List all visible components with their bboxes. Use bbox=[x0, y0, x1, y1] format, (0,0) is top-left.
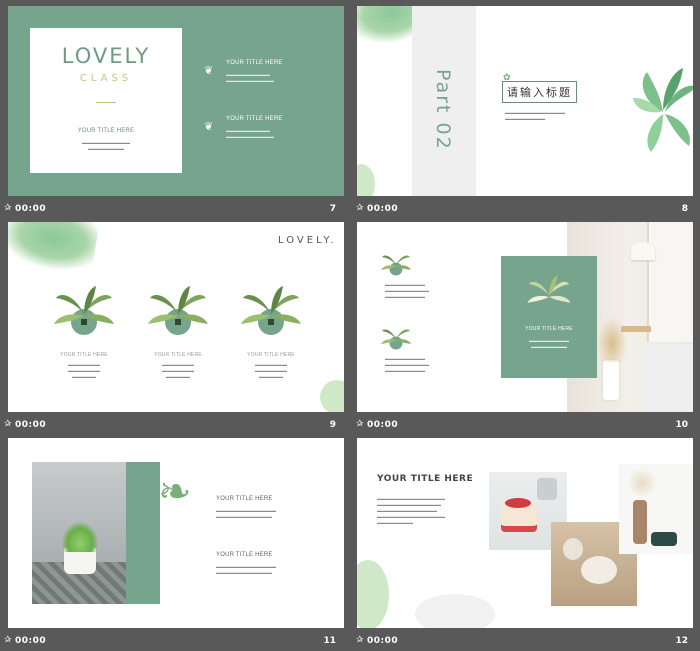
brand-label: LOVELY. bbox=[278, 235, 337, 246]
lamp bbox=[631, 242, 655, 260]
plant-item-3: YOUR TITLE HERE ▬▬▬▬▬▬▬▬ ▬▬▬▬▬▬▬▬ ▬▬▬▬▬▬ bbox=[241, 284, 301, 379]
plant-icon bbox=[381, 250, 411, 278]
slide-7[interactable]: LOVELY CLASS YOUR TITLE HERE ▬▬▬▬▬▬▬▬▬▬▬… bbox=[8, 6, 344, 196]
heading-text: ▬▬▬▬▬▬▬▬▬▬▬▬▬▬▬▬▬ ▬▬▬▬▬▬▬▬▬▬▬▬▬▬▬▬ ▬▬▬▬▬▬▬… bbox=[377, 496, 445, 525]
plant-item-2: YOUR TITLE HERE ▬▬▬▬▬▬▬▬ ▬▬▬▬▬▬▬▬ ▬▬▬▬▬▬ bbox=[148, 284, 208, 379]
item-heading: YOUR TITLE HERE bbox=[216, 552, 273, 558]
title-line-2: CLASS bbox=[79, 73, 133, 84]
slide-time: 00:00 bbox=[367, 204, 399, 214]
title-card: LOVELY CLASS YOUR TITLE HERE ▬▬▬▬▬▬▬▬▬▬▬… bbox=[30, 28, 182, 173]
item-1: YOUR TITLE HERE ▬▬▬▬▬▬▬▬▬▬▬▬▬▬▬ ▬▬▬▬▬▬▬▬▬… bbox=[216, 496, 276, 520]
slide-11[interactable]: ❧ YOUR TITLE HERE ▬▬▬▬▬▬▬▬▬▬▬▬▬▬▬ ▬▬▬▬▬▬▬… bbox=[8, 438, 344, 628]
plant-icon bbox=[148, 284, 208, 344]
slide-number: 8 bbox=[681, 204, 688, 214]
item-heading: YOUR TITLE HERE bbox=[226, 60, 283, 66]
plant-icon bbox=[241, 284, 301, 344]
slide-heading: YOUR TITLE HERE bbox=[377, 474, 474, 484]
star-icon: ✰ bbox=[4, 203, 12, 213]
slide-number: 9 bbox=[329, 420, 336, 430]
vase bbox=[603, 360, 619, 400]
slide-time: 00:00 bbox=[15, 204, 47, 214]
leaf-branch-decoration: ❧ bbox=[158, 470, 192, 514]
plant-card: YOUR TITLE HERE ▬▬▬▬▬▬▬▬▬▬ ▬▬▬▬▬▬▬▬▬ bbox=[501, 256, 597, 378]
succulent bbox=[62, 522, 98, 552]
slide-number: 12 bbox=[675, 636, 688, 646]
green-panel bbox=[126, 462, 160, 604]
star-icon: ✰ bbox=[356, 203, 364, 213]
item-2: YOUR TITLE HERE ▬▬▬▬▬▬▬▬▬▬▬▬▬▬▬ ▬▬▬▬▬▬▬▬▬… bbox=[216, 552, 276, 576]
left-heading: YOUR TITLE HERE bbox=[77, 128, 135, 134]
slide-10[interactable]: ▬▬▬▬▬▬▬▬▬▬ ▬▬▬▬▬▬▬▬▬▬▬ ▬▬▬▬▬▬▬▬▬▬ ▬▬▬▬▬▬▬▬… bbox=[357, 222, 693, 412]
slide-number: 10 bbox=[675, 420, 688, 430]
title-line-1: LOVELY bbox=[61, 44, 151, 68]
sheep-toy bbox=[581, 556, 617, 584]
sheep-toy-small bbox=[563, 538, 583, 560]
plant-item-1: YOUR TITLE HERE ▬▬▬▬▬▬▬▬ ▬▬▬▬▬▬▬▬ ▬▬▬▬▬▬ bbox=[54, 284, 114, 379]
star-icon: ✰ bbox=[356, 419, 364, 429]
item-text: ▬▬▬▬▬▬▬▬▬▬▬ ▬▬▬▬▬▬▬▬▬▬▬▬ bbox=[226, 72, 274, 83]
slide-number: 11 bbox=[323, 636, 336, 646]
item-text: ▬▬▬▬▬▬▬▬▬▬▬ ▬▬▬▬▬▬▬▬▬▬▬▬ bbox=[226, 128, 274, 139]
divider bbox=[96, 102, 116, 103]
slide-title: 请输入标题 bbox=[507, 86, 572, 99]
slide-time: 00:00 bbox=[15, 420, 47, 430]
succulent-photo bbox=[32, 462, 128, 604]
succulent-plant-image bbox=[633, 42, 693, 166]
leaf-icon: ❦ bbox=[204, 121, 214, 133]
plant-icon bbox=[527, 274, 571, 310]
slide-8[interactable]: Part 02 ✿ 请输入标题 ▬▬▬▬▬▬▬▬▬▬▬▬▬▬▬ ▬▬▬▬▬▬▬▬▬… bbox=[357, 6, 693, 196]
plant-text: ▬▬▬▬▬▬▬▬▬▬ ▬▬▬▬▬▬▬▬▬▬▬ ▬▬▬▬▬▬▬▬▬▬ bbox=[385, 356, 429, 373]
plant-heading: YOUR TITLE HERE bbox=[247, 352, 295, 358]
plant-item-2: ▬▬▬▬▬▬▬▬▬▬ ▬▬▬▬▬▬▬▬▬▬▬ ▬▬▬▬▬▬▬▬▬▬ bbox=[381, 324, 429, 373]
item-heading: YOUR TITLE HERE bbox=[216, 496, 273, 502]
star-icon: ✰ bbox=[4, 419, 12, 429]
vase-photo bbox=[619, 464, 693, 554]
star-icon: ✰ bbox=[4, 635, 12, 645]
toy-car bbox=[651, 532, 677, 546]
slide-7-bar: ✰ 00:00 7 bbox=[4, 199, 340, 219]
title-text: ▬▬▬▬▬▬▬▬▬▬▬▬▬▬▬ ▬▬▬▬▬▬▬▬▬▬ bbox=[505, 110, 565, 121]
plant-text: ▬▬▬▬▬▬▬▬ ▬▬▬▬▬▬▬▬ ▬▬▬▬▬▬ bbox=[162, 362, 194, 379]
item-text: ▬▬▬▬▬▬▬▬▬▬▬▬▬▬▬ ▬▬▬▬▬▬▬▬▬▬▬▬▬▬ bbox=[216, 508, 276, 519]
watercolor-leaf-decoration bbox=[8, 222, 101, 276]
slide-8-bar: ✰ 00:00 8 bbox=[356, 199, 692, 219]
vase bbox=[633, 500, 647, 544]
slide-10-bar: ✰ 00:00 10 bbox=[356, 415, 692, 435]
slide-12[interactable]: YOUR TITLE HERE ▬▬▬▬▬▬▬▬▬▬▬▬▬▬▬▬▬ ▬▬▬▬▬▬▬… bbox=[357, 438, 693, 628]
title-box: 请输入标题 bbox=[502, 81, 577, 103]
card-text: ▬▬▬▬▬▬▬▬▬▬ ▬▬▬▬▬▬▬▬▬ bbox=[529, 338, 569, 349]
plant-heading: YOUR TITLE HERE bbox=[154, 352, 202, 358]
plant-text: ▬▬▬▬▬▬▬▬▬▬ ▬▬▬▬▬▬▬▬▬▬▬ ▬▬▬▬▬▬▬▬▬▬ bbox=[385, 282, 429, 299]
grey-blob-decoration bbox=[415, 594, 495, 628]
dried-flowers bbox=[627, 468, 657, 498]
kettle bbox=[537, 478, 557, 500]
slide-11-bar: ✰ 00:00 11 bbox=[4, 631, 340, 651]
slide-12-bar: ✰ 00:00 12 bbox=[356, 631, 692, 651]
plant-icon bbox=[54, 284, 114, 344]
berries bbox=[505, 498, 531, 508]
card-heading: YOUR TITLE HERE bbox=[525, 326, 573, 332]
blob-decoration bbox=[357, 560, 389, 628]
plant-text: ▬▬▬▬▬▬▬▬ ▬▬▬▬▬▬▬▬ ▬▬▬▬▬▬ bbox=[68, 362, 100, 379]
plant-item-1: ▬▬▬▬▬▬▬▬▬▬ ▬▬▬▬▬▬▬▬▬▬▬ ▬▬▬▬▬▬▬▬▬▬ bbox=[381, 250, 429, 299]
slide-number: 7 bbox=[329, 204, 336, 214]
part-label: Part 02 bbox=[432, 69, 454, 151]
leaf-icon: ❦ bbox=[204, 65, 214, 77]
left-text: ▬▬▬▬▬▬▬▬▬▬▬▬ ▬▬▬▬▬▬▬▬▬ bbox=[82, 140, 130, 151]
blob-decoration bbox=[320, 380, 344, 412]
slide-9-bar: ✰ 00:00 9 bbox=[4, 415, 340, 435]
star-icon: ✰ bbox=[356, 635, 364, 645]
slide-time: 00:00 bbox=[367, 636, 399, 646]
slide-time: 00:00 bbox=[367, 420, 399, 430]
plant-heading: YOUR TITLE HERE bbox=[60, 352, 108, 358]
blob-decoration bbox=[357, 164, 375, 196]
window bbox=[647, 222, 693, 342]
plant-text: ▬▬▬▬▬▬▬▬ ▬▬▬▬▬▬▬▬ ▬▬▬▬▬▬ bbox=[255, 362, 287, 379]
item-text: ▬▬▬▬▬▬▬▬▬▬▬▬▬▬▬ ▬▬▬▬▬▬▬▬▬▬▬▬▬▬ bbox=[216, 564, 276, 575]
slide-time: 00:00 bbox=[15, 636, 47, 646]
sofa bbox=[643, 344, 693, 412]
slide-9[interactable]: LOVELY. YOUR TITLE HERE ▬▬▬▬▬▬▬▬ ▬▬▬▬▬▬▬▬… bbox=[8, 222, 344, 412]
item-heading: YOUR TITLE HERE bbox=[226, 116, 283, 122]
plant-icon bbox=[381, 324, 411, 352]
